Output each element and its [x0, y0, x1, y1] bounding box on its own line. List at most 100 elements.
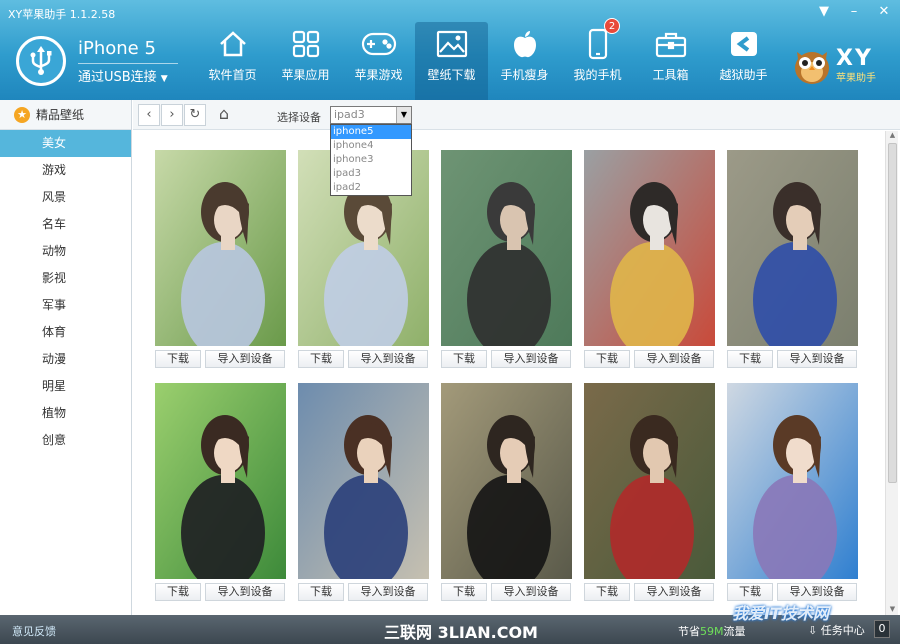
saved-prefix: 节省 [678, 625, 700, 638]
owl-icon [795, 52, 829, 84]
download-button[interactable]: 下载 [441, 350, 487, 368]
wallpaper-thumbnail[interactable] [155, 383, 286, 579]
nav-toolbox[interactable]: 工具箱 [634, 22, 707, 100]
sidebar-item-plants[interactable]: 植物 [0, 400, 131, 427]
scroll-down-icon[interactable]: ▼ [886, 605, 899, 615]
wallpaper-thumbnail[interactable] [441, 150, 572, 346]
scroll-up-icon[interactable]: ▲ [886, 131, 899, 141]
saved-suffix: 流量 [723, 625, 746, 638]
download-button[interactable]: 下载 [727, 350, 773, 368]
wallpaper-thumbnail[interactable] [727, 150, 858, 346]
device-option[interactable]: iphone5 [331, 125, 411, 139]
device-option[interactable]: iphone4 [331, 139, 411, 153]
download-button[interactable]: 下载 [584, 583, 630, 601]
nav-label: 软件首页 [208, 68, 257, 82]
wallpaper-card: 下载 导入到设备 [727, 150, 858, 368]
import-to-device-button[interactable]: 导入到设备 [634, 350, 714, 368]
nav-label: 工具箱 [652, 68, 689, 82]
wallpaper-card: 下载 导入到设备 [441, 383, 572, 601]
wallpaper-card: 下载 导入到设备 [441, 150, 572, 368]
nav-apps[interactable]: 苹果应用 [269, 22, 342, 100]
nav-label: 苹果应用 [281, 68, 330, 82]
scrollbar[interactable]: ▲ ▼ [885, 131, 898, 615]
import-to-device-button[interactable]: 导入到设备 [205, 350, 285, 368]
wallpaper-card: 下载 导入到设备 [584, 150, 715, 368]
wallpaper-card: 下载 导入到设备 [155, 150, 286, 368]
wallpaper-thumbnail[interactable] [298, 383, 429, 579]
wallpaper-thumbnail[interactable] [155, 150, 286, 346]
nav-wallpapers[interactable]: 壁纸下载 [415, 22, 488, 100]
toolbar: ‹ › ↻ ⌂ 选择设备 ipad3 ▼ [133, 100, 900, 130]
download-button[interactable]: 下载 [727, 583, 773, 601]
scroll-thumb[interactable] [888, 143, 897, 483]
task-center-button[interactable]: ⇩ 任务中心 [808, 622, 865, 638]
import-to-device-button[interactable]: 导入到设备 [634, 583, 714, 601]
wallpaper-thumbnail[interactable] [584, 150, 715, 346]
device-select[interactable]: ipad3 ▼ [330, 106, 412, 124]
sidebar-item-sports[interactable]: 体育 [0, 319, 131, 346]
toolbox-icon [655, 22, 687, 66]
import-to-device-button[interactable]: 导入到设备 [777, 583, 857, 601]
wallpaper-thumbnail[interactable] [441, 383, 572, 579]
sidebar-item-beauty[interactable]: 美女 [0, 130, 131, 157]
import-to-device-button[interactable]: 导入到设备 [348, 583, 428, 601]
usb-icon[interactable] [16, 36, 66, 86]
menu-dropdown-icon[interactable]: ▼ [816, 4, 832, 19]
notification-badge: 2 [604, 18, 620, 34]
import-to-device-button[interactable]: 导入到设备 [491, 350, 571, 368]
wallpaper-thumbnail[interactable] [584, 383, 715, 579]
device-option[interactable]: ipad2 [331, 181, 411, 195]
download-button[interactable]: 下载 [155, 350, 201, 368]
sidebar-item-scenery[interactable]: 风景 [0, 184, 131, 211]
sidebar: ★ 精品壁纸 美女 游戏 风景 名车 动物 影视 军事 体育 动漫 明星 植物 … [0, 100, 132, 615]
download-button[interactable]: 下载 [584, 350, 630, 368]
nav-slim[interactable]: 手机瘦身 [488, 22, 561, 100]
download-button[interactable]: 下载 [298, 583, 344, 601]
sidebar-item-military[interactable]: 军事 [0, 292, 131, 319]
nav-games[interactable]: 苹果游戏 [342, 22, 415, 100]
close-icon[interactable]: ✕ [876, 4, 892, 19]
download-button[interactable]: 下载 [441, 583, 487, 601]
divider [78, 63, 178, 64]
import-to-device-button[interactable]: 导入到设备 [777, 350, 857, 368]
nav-label: 越狱助手 [719, 68, 768, 82]
import-to-device-button[interactable]: 导入到设备 [348, 350, 428, 368]
download-button[interactable]: 下载 [298, 350, 344, 368]
sidebar-item-stars[interactable]: 明星 [0, 373, 131, 400]
home-button[interactable]: ⌂ [213, 104, 235, 126]
task-center-label: 任务中心 [820, 624, 865, 637]
refresh-button[interactable]: ↻ [184, 104, 206, 126]
sidebar-item-creative[interactable]: 创意 [0, 427, 131, 454]
download-button[interactable]: 下载 [155, 583, 201, 601]
device-option[interactable]: ipad3 [331, 167, 411, 181]
import-to-device-button[interactable]: 导入到设备 [491, 583, 571, 601]
device-select-label: 选择设备 [277, 111, 321, 124]
jailbreak-icon [728, 22, 760, 66]
device-dropdown: iphone5 iphone4 iphone3 ipad3 ipad2 [330, 124, 412, 196]
connection-status[interactable]: 通过USB连接 ▼ [78, 66, 168, 85]
apps-grid-icon [291, 22, 321, 66]
sidebar-item-animals[interactable]: 动物 [0, 238, 131, 265]
nav-my-phone[interactable]: 2 我的手机 [561, 18, 634, 100]
sidebar-item-anime[interactable]: 动漫 [0, 346, 131, 373]
sidebar-header: ★ 精品壁纸 [0, 100, 131, 130]
sidebar-item-movies[interactable]: 影视 [0, 265, 131, 292]
window-controls: ▼ – ✕ [816, 4, 892, 19]
forward-button[interactable]: › [161, 104, 183, 126]
sidebar-item-cars[interactable]: 名车 [0, 211, 131, 238]
wallpaper-card: 下载 导入到设备 [584, 383, 715, 601]
watermark-text: 三联网 3LIAN.COM [384, 623, 538, 642]
wallpaper-thumbnail[interactable] [727, 383, 858, 579]
import-to-device-button[interactable]: 导入到设备 [205, 583, 285, 601]
nav-jailbreak[interactable]: 越狱助手 [707, 22, 780, 100]
device-option[interactable]: iphone3 [331, 153, 411, 167]
nav-label: 我的手机 [573, 68, 622, 82]
back-button[interactable]: ‹ [138, 104, 160, 126]
feedback-link[interactable]: 意见反馈 [12, 623, 56, 639]
sidebar-item-games[interactable]: 游戏 [0, 157, 131, 184]
nav-label: 苹果游戏 [354, 68, 403, 82]
chevron-down-icon[interactable]: ▼ [396, 107, 411, 123]
nav-home[interactable]: 软件首页 [196, 22, 269, 100]
gamepad-icon [361, 22, 397, 66]
minimize-icon[interactable]: – [846, 4, 862, 19]
